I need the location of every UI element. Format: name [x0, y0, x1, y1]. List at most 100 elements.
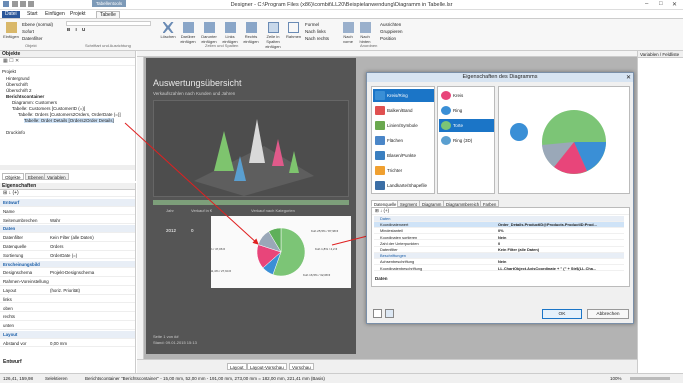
chart-type-item[interactable]: Balken/Band	[373, 104, 434, 117]
property-row[interactable]: oben	[0, 305, 135, 313]
property-category[interactable]: Daten	[0, 225, 135, 233]
dialog-tab[interactable]: Farben	[480, 200, 500, 207]
sort-icon[interactable]: ⊞ ↓ (+)	[3, 190, 19, 196]
minimize-icon[interactable]: –	[645, 1, 648, 7]
dialog-tab[interactable]: Diagrammbereich	[443, 200, 483, 207]
align-button[interactable]: Ausrichten	[380, 22, 401, 27]
tree-item-table-orders[interactable]: Tabelle: Orders [Customers2Orders, Order…	[18, 112, 121, 117]
dialog-preview-icon[interactable]	[385, 309, 394, 318]
zoom-slider[interactable]	[630, 377, 670, 380]
property-row[interactable]: Datenfilter Kein Filter (alle Daten)	[0, 234, 135, 242]
chart-subtype-item[interactable]: Kreis	[439, 89, 494, 102]
tree-item-berichtscontainer[interactable]: Berichtscontainer	[6, 94, 44, 99]
tree-item-druckinfo[interactable]: Druckinfo	[6, 130, 25, 135]
formula-button[interactable]: Formel	[305, 22, 319, 27]
font-style-buttons[interactable]: B I U	[67, 27, 87, 32]
tab-start[interactable]: Start	[24, 11, 41, 18]
tree-item-diagramm[interactable]: Diagramm: Customers	[12, 100, 57, 105]
chart-subtype-item[interactable]: Torte	[439, 119, 494, 132]
property-row[interactable]: Name	[0, 208, 135, 216]
grid-row[interactable]: Koordinatenbeschriftung LL.ChartObject.Ax…	[374, 266, 624, 272]
report-page[interactable]: Auswertungsübersicht Verkaufszahlen nach…	[146, 58, 356, 354]
tab-tabelle[interactable]: Tabelle	[96, 11, 120, 18]
font-name-select[interactable]	[66, 21, 151, 26]
chart-type-item[interactable]: Kreis/Ring	[373, 89, 434, 102]
ok-button[interactable]: OK	[542, 309, 582, 319]
grid-row[interactable]: Mindestanteil 0%	[374, 228, 624, 235]
chart-type-item[interactable]: Linien/Symbole	[373, 119, 434, 132]
close-icon[interactable]: ✕	[672, 1, 677, 8]
insert-below-button[interactable]: Darunter einfügen	[199, 22, 219, 44]
property-row[interactable]: rechts	[0, 313, 135, 321]
datafilter-toggle[interactable]: Datenfilter	[22, 36, 43, 41]
tab-objekte[interactable]: Objekte	[2, 173, 24, 180]
tab-variablen[interactable]: Variablen	[44, 173, 69, 180]
insert-above-button[interactable]: Darüber einfügen	[178, 22, 198, 44]
view-tab-preview[interactable]: Vorschau	[289, 363, 314, 370]
dialog-tab[interactable]: Diagramm	[419, 200, 445, 207]
dialog-close-icon[interactable]: ✕	[626, 74, 631, 81]
grid-sort-icon[interactable]: ⊞ ↓ (+)	[375, 208, 389, 213]
bring-forward-button[interactable]: Nach vorne	[340, 22, 356, 44]
objects-hscrollbar[interactable]	[0, 165, 135, 170]
property-row[interactable]: unten	[0, 322, 135, 330]
add-icon[interactable]: ▦ ☐ ✕	[3, 58, 19, 64]
chart-subtype-item[interactable]: Ring (3D)	[439, 134, 494, 147]
dialog-tab[interactable]: Datenquelle	[371, 200, 400, 207]
grid-row[interactable]: Datenfilter Kein Filter (alle Daten)	[374, 247, 624, 253]
tree-item-ueberschrift[interactable]: Überschrift	[6, 82, 28, 87]
chart-subtype-item[interactable]: Ring	[439, 104, 494, 117]
position-button[interactable]: Position	[380, 36, 396, 41]
paste-button[interactable]: Einfügen	[3, 22, 19, 39]
cancel-button[interactable]: Abbrechen	[587, 309, 629, 319]
move-left-button[interactable]: Nach links	[305, 29, 326, 34]
grid-category[interactable]: Daten	[374, 216, 624, 222]
frame-button[interactable]: Rahmen	[286, 22, 301, 39]
sofort-toggle[interactable]: Sofort	[22, 29, 34, 34]
tree-item-ueberschrift2[interactable]: Überschrift 2	[6, 88, 32, 93]
property-category[interactable]: Entwurf	[0, 199, 135, 207]
view-tab-layout[interactable]: Layout	[227, 363, 247, 370]
property-row[interactable]: Sortierung OrderDate (=)	[0, 252, 135, 260]
grid-row[interactable]: Achsenbeschriftung Nein	[374, 259, 624, 266]
chart-type-item[interactable]: Blasen/Punkte	[373, 149, 434, 162]
delete-button[interactable]: Löschen	[160, 22, 176, 39]
layer-selector[interactable]: Ebene (normal)	[22, 22, 53, 27]
tab-datei[interactable]: Datei	[2, 11, 20, 18]
tree-item-hintergrund[interactable]: Hintergrund	[6, 76, 30, 81]
tree-item-table-customers[interactable]: Tabelle: Customers [CustomerID (=)]	[12, 106, 85, 111]
grid-row[interactable]: Zahl der Unterpunkten 0	[374, 241, 624, 247]
property-category[interactable]: Erscheinungsbild	[0, 260, 135, 269]
save-icon[interactable]	[12, 1, 18, 7]
tree-item-project[interactable]: Projekt	[2, 69, 16, 74]
property-row[interactable]: Seitenumbrechen Wahr	[0, 217, 135, 225]
property-row[interactable]: Abstand vor 0,00 mm	[0, 340, 135, 348]
insert-left-button[interactable]: Links einfügen	[220, 22, 240, 44]
insert-columns-button[interactable]: Zeile in Spalten einfügen	[262, 22, 284, 49]
property-row[interactable]: links	[0, 296, 135, 304]
dialog-help-icon[interactable]	[373, 309, 382, 318]
rotate-handle-icon[interactable]	[510, 123, 528, 141]
chart-3d-area[interactable]	[153, 100, 349, 197]
group-button[interactable]: Gruppieren	[380, 29, 403, 34]
view-tab-layout-preview[interactable]: Layout-Vorschau	[247, 363, 287, 370]
property-row[interactable]: Rahmen-Voreinstellung	[0, 278, 135, 286]
tab-einfuegen[interactable]: Einfügen	[42, 11, 68, 18]
send-backward-button[interactable]: Nach hinten	[357, 22, 373, 44]
tab-projekt[interactable]: Projekt	[67, 11, 89, 18]
grid-category[interactable]: Beschriftungen	[374, 253, 624, 259]
property-row[interactable]: Datenquelle Orders	[0, 243, 135, 251]
tree-item-table-orderdetails[interactable]: Tabelle: Order Details [Orders2Order Det…	[24, 118, 114, 123]
chart-type-item[interactable]: Flächen	[373, 134, 434, 147]
pie-chart-object[interactable]: Kuh 25,5% / 87,98 € Kuh 1,8% / 4,2 € Kuh 1…	[198, 216, 351, 288]
property-row[interactable]: Layout (horiz. Priorität)	[0, 287, 135, 295]
chart-type-item[interactable]: Trichter	[373, 164, 434, 177]
insert-right-button[interactable]: Rechts einfügen	[241, 22, 261, 44]
undo-icon[interactable]	[20, 1, 26, 7]
move-right-button[interactable]: Nach rechts	[305, 36, 329, 41]
grid-row[interactable]: Koordinatenwert Order_Details.ProductID@P…	[374, 222, 624, 228]
maximize-icon[interactable]: □	[659, 1, 663, 7]
grid-row[interactable]: Koordinaten sortieren Nein	[374, 235, 624, 241]
redo-icon[interactable]	[28, 1, 34, 7]
chart-type-item[interactable]: Landkarte/Shapefile	[373, 179, 434, 192]
